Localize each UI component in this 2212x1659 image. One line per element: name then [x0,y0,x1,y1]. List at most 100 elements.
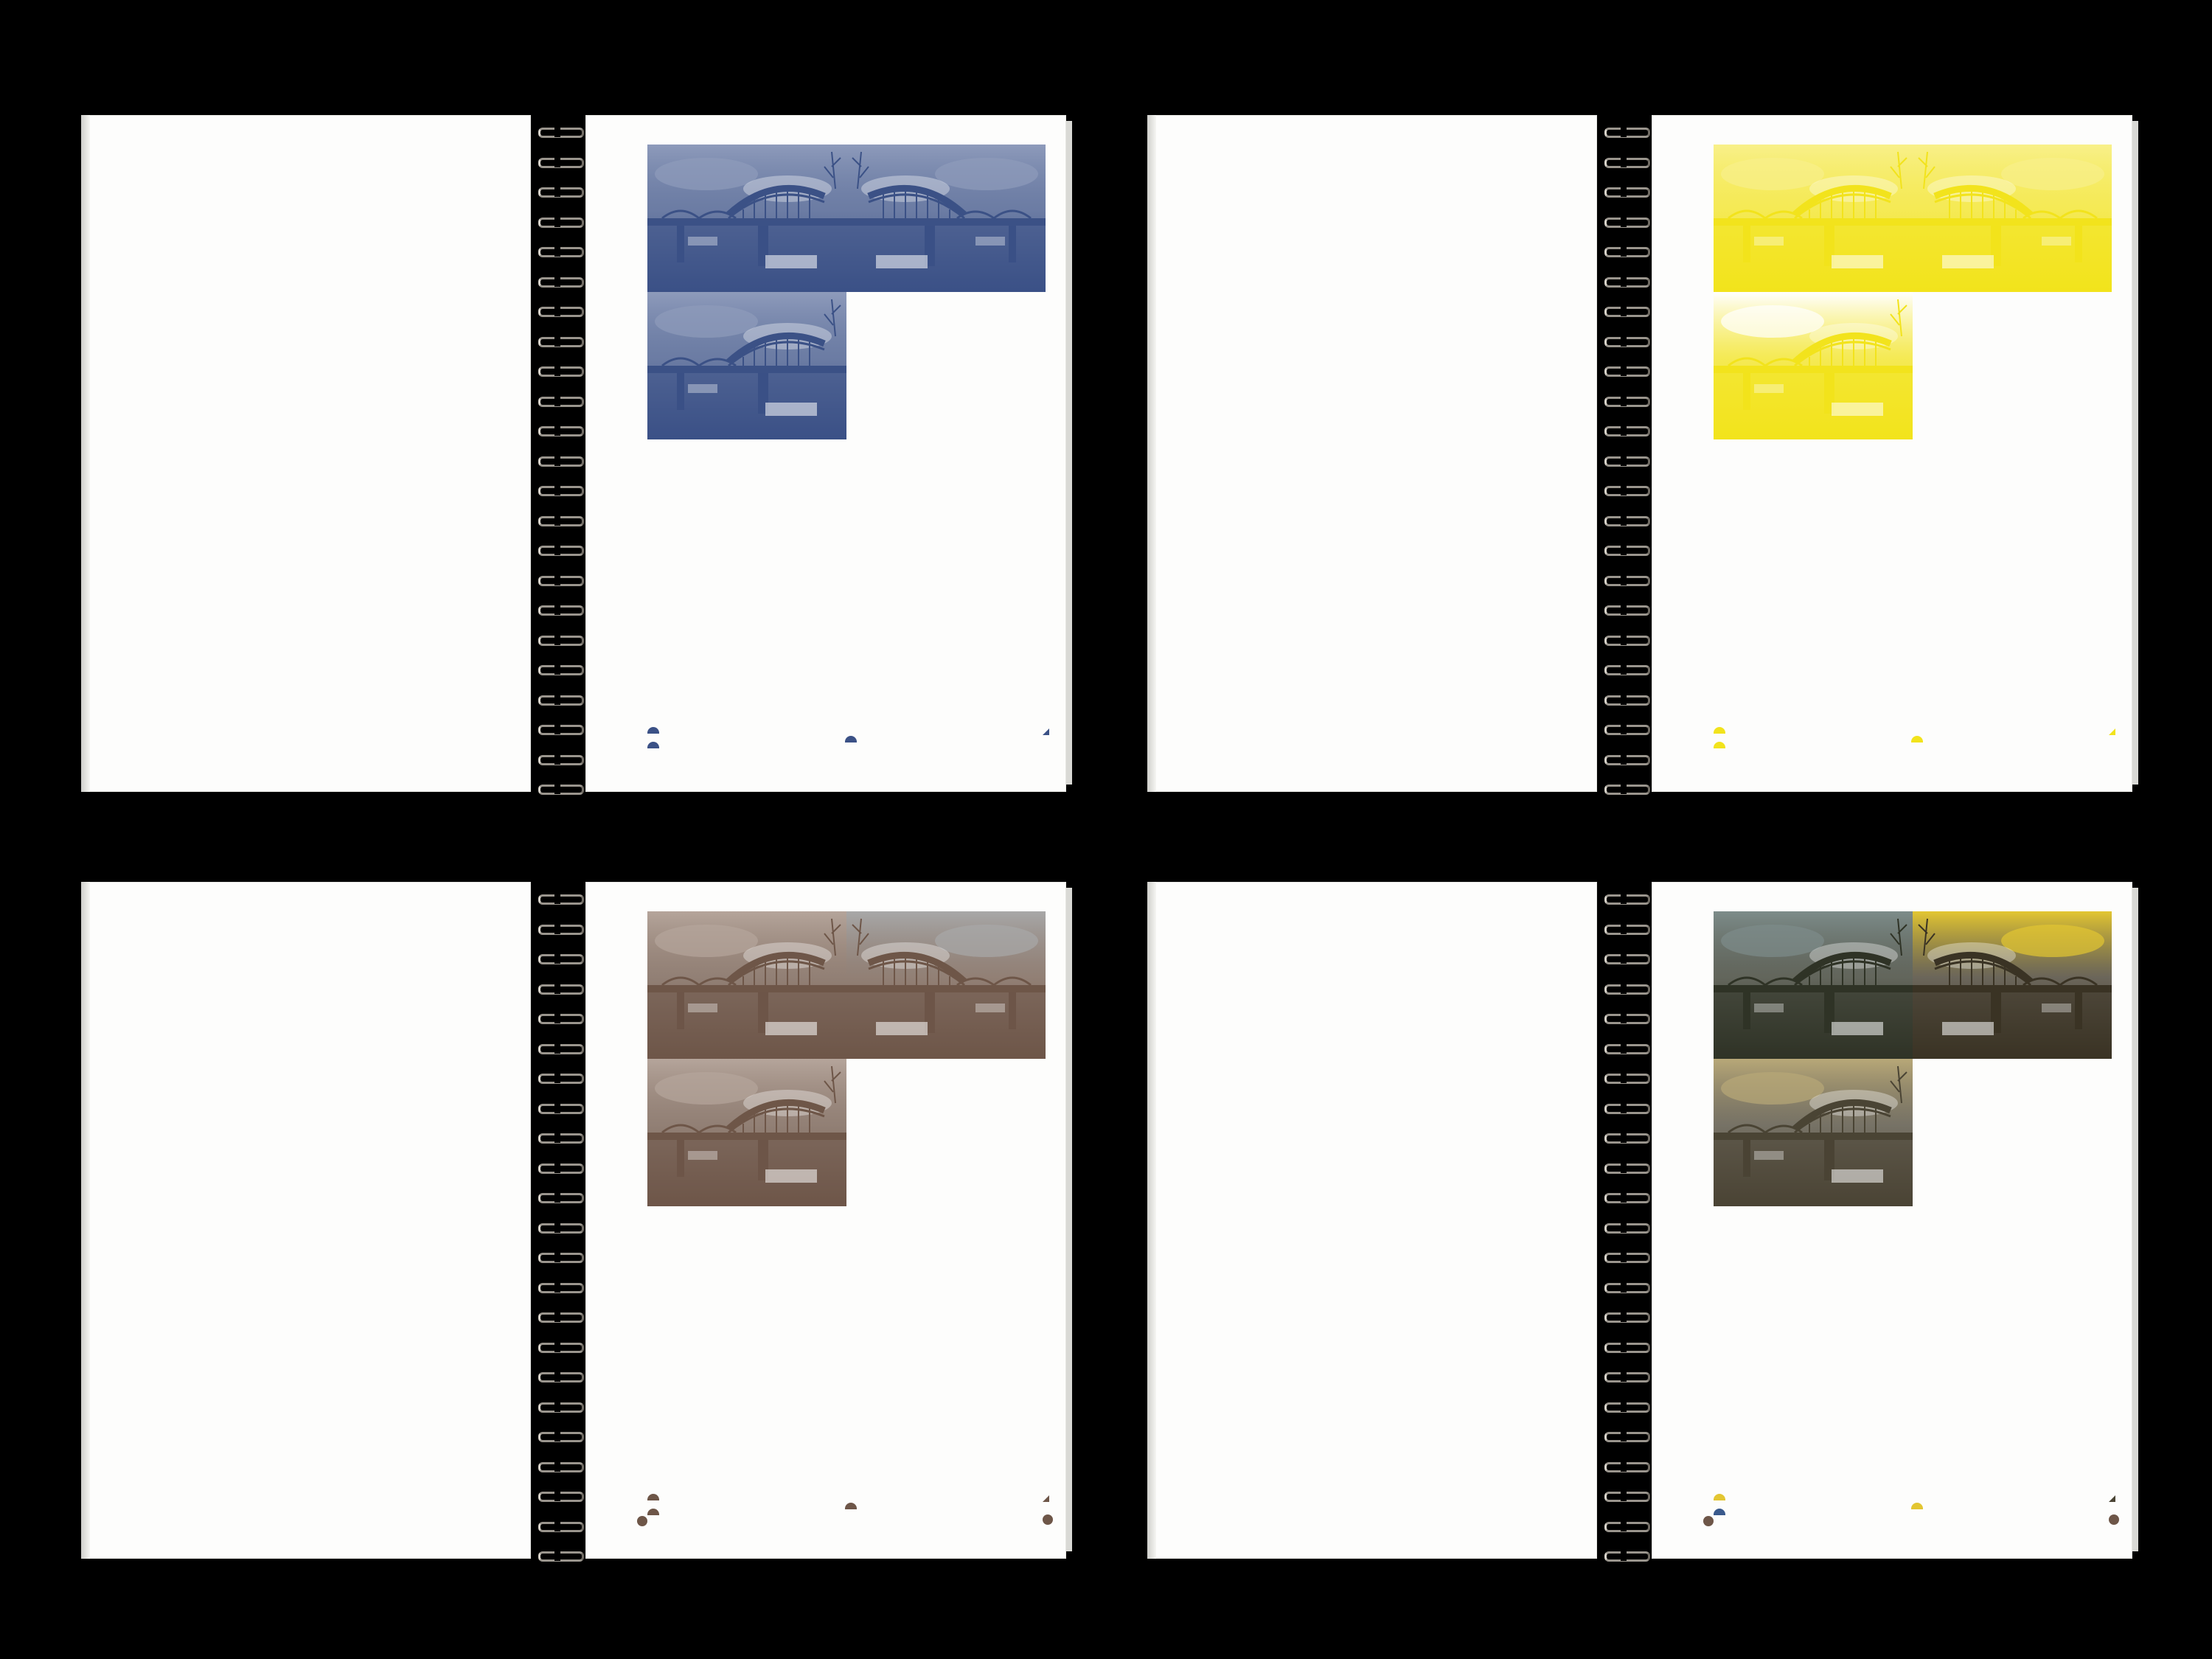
spiral-coil-icon [1600,1012,1650,1024]
spiral-coil-icon [534,513,584,526]
registration-mark-icon [647,1494,659,1500]
bridge-photo-icon [846,145,1046,292]
bridge-photo-icon [647,911,846,1059]
spiral-coil-icon [1600,1280,1650,1293]
spiral-coil-icon [1600,1549,1650,1562]
spiral-coil-icon [534,1459,584,1472]
bridge-photo-2 [846,145,1046,292]
registration-mark-icon [1714,1509,1725,1515]
spiral-coil-icon [534,1012,584,1024]
registration-mark-icon [1714,1494,1725,1500]
bridge-photo-icon [1714,292,1913,439]
registration-mark-icon [1714,742,1725,748]
spiral-coil-icon [1600,1071,1650,1084]
registration-mark-icon [2109,1495,2115,1502]
spiral-coil-icon [1600,1430,1650,1442]
spiral-coil-icon [1600,573,1650,586]
bridge-photo-icon [1714,145,1913,292]
spiral-coil-icon [1600,185,1650,198]
spiral-coil-icon [1600,1251,1650,1263]
spiral-coil-icon [1600,1489,1650,1502]
printed-right-page [1652,882,2138,1559]
spiral-coil-icon [534,334,584,347]
printed-right-page [1652,115,2138,792]
spiral-coil-icon [534,185,584,198]
spiral-coil-icon [1600,1310,1650,1323]
registration-mark-icon [845,1503,857,1509]
spiral-coil-icon [534,1340,584,1353]
spiral-coil-icon [534,981,584,995]
spiral-coil-icon [1600,663,1650,675]
spiral-coil-icon [534,1489,584,1502]
spiral-coil-icon [534,543,584,556]
spiral-coil-icon [534,1161,584,1174]
spiral-coil-icon [1600,1340,1650,1353]
registration-mark-icon [1911,736,1923,742]
bridge-photo-icon [647,145,846,292]
bridge-photo-icon [846,911,1046,1059]
spiral-coil-icon [1600,155,1650,168]
spiral-coil-icon [534,364,584,377]
spiral-coil-icon [534,484,584,496]
spiral-coil-icon [534,245,584,257]
spiral-coil-icon [1600,334,1650,347]
spiral-coil-icon [1600,513,1650,526]
registration-mark-icon [845,736,857,742]
spiral-coil-icon [534,424,584,437]
registration-mark-icon [2109,728,2115,735]
registration-mark-icon [1043,728,1049,735]
spiral-coil-icon [534,1519,584,1532]
bridge-photo-3 [647,1059,846,1206]
spiral-coil-icon [534,573,584,586]
spiral-coil-icon [1600,633,1650,646]
spiral-coil-icon [534,125,584,138]
registration-mark-icon [1714,727,1725,734]
bridge-photo-icon [647,1059,846,1206]
bridge-photo-1 [1714,911,1913,1059]
bridge-photo-3 [1714,292,1913,439]
spiral-coil-icon [534,453,584,467]
spiral-coil-icon [534,603,584,616]
bridge-photo-2 [846,911,1046,1059]
bridge-photo-2 [1913,145,2112,292]
registration-mark-icon [2109,1514,2119,1525]
spiral-coil-icon [1600,1220,1650,1234]
notebook-spread-yellow [1147,111,2143,804]
spiral-coil-icon [534,1071,584,1084]
spiral-coil-icon [1600,453,1650,467]
spiral-coil-icon [534,1549,584,1562]
spiral-coil-icon [534,892,584,905]
spiral-coil-icon [534,782,584,795]
spiral-coil-icon [1600,364,1650,377]
spiral-coil-icon [534,215,584,228]
bridge-photo-icon [1714,911,1913,1059]
spiral-coil-icon [534,1220,584,1234]
spiral-coil-icon [534,274,584,288]
blank-left-page [81,882,531,1559]
spiral-coil-icon [1600,245,1650,257]
registration-mark-icon [637,1516,647,1526]
spiral-coil-icon [534,305,584,317]
bridge-photo-3 [1714,1059,1913,1206]
spiral-coil-icon [1600,274,1650,288]
registration-mark-icon [1043,1495,1049,1502]
spiral-binding [1599,877,1650,1571]
spiral-coil-icon [534,155,584,168]
spiral-coil-icon [534,952,584,964]
spiral-coil-icon [534,394,584,407]
bridge-photo-3 [647,292,846,439]
spiral-coil-icon [1600,1161,1650,1174]
spiral-coil-icon [1600,215,1650,228]
blank-left-page [81,115,531,792]
notebook-spread-blue [81,111,1077,804]
spiral-coil-icon [1600,1101,1650,1114]
bridge-photo-icon [1913,911,2112,1059]
spiral-coil-icon [534,723,584,735]
spiral-coil-icon [1600,723,1650,735]
registration-mark-icon [1911,1503,1923,1509]
spiral-coil-icon [1600,125,1650,138]
notebook-spread-multi [1147,877,2143,1571]
bridge-photo-icon [1913,145,2112,292]
spiral-coil-icon [1600,752,1650,765]
bridge-photo-icon [647,292,846,439]
